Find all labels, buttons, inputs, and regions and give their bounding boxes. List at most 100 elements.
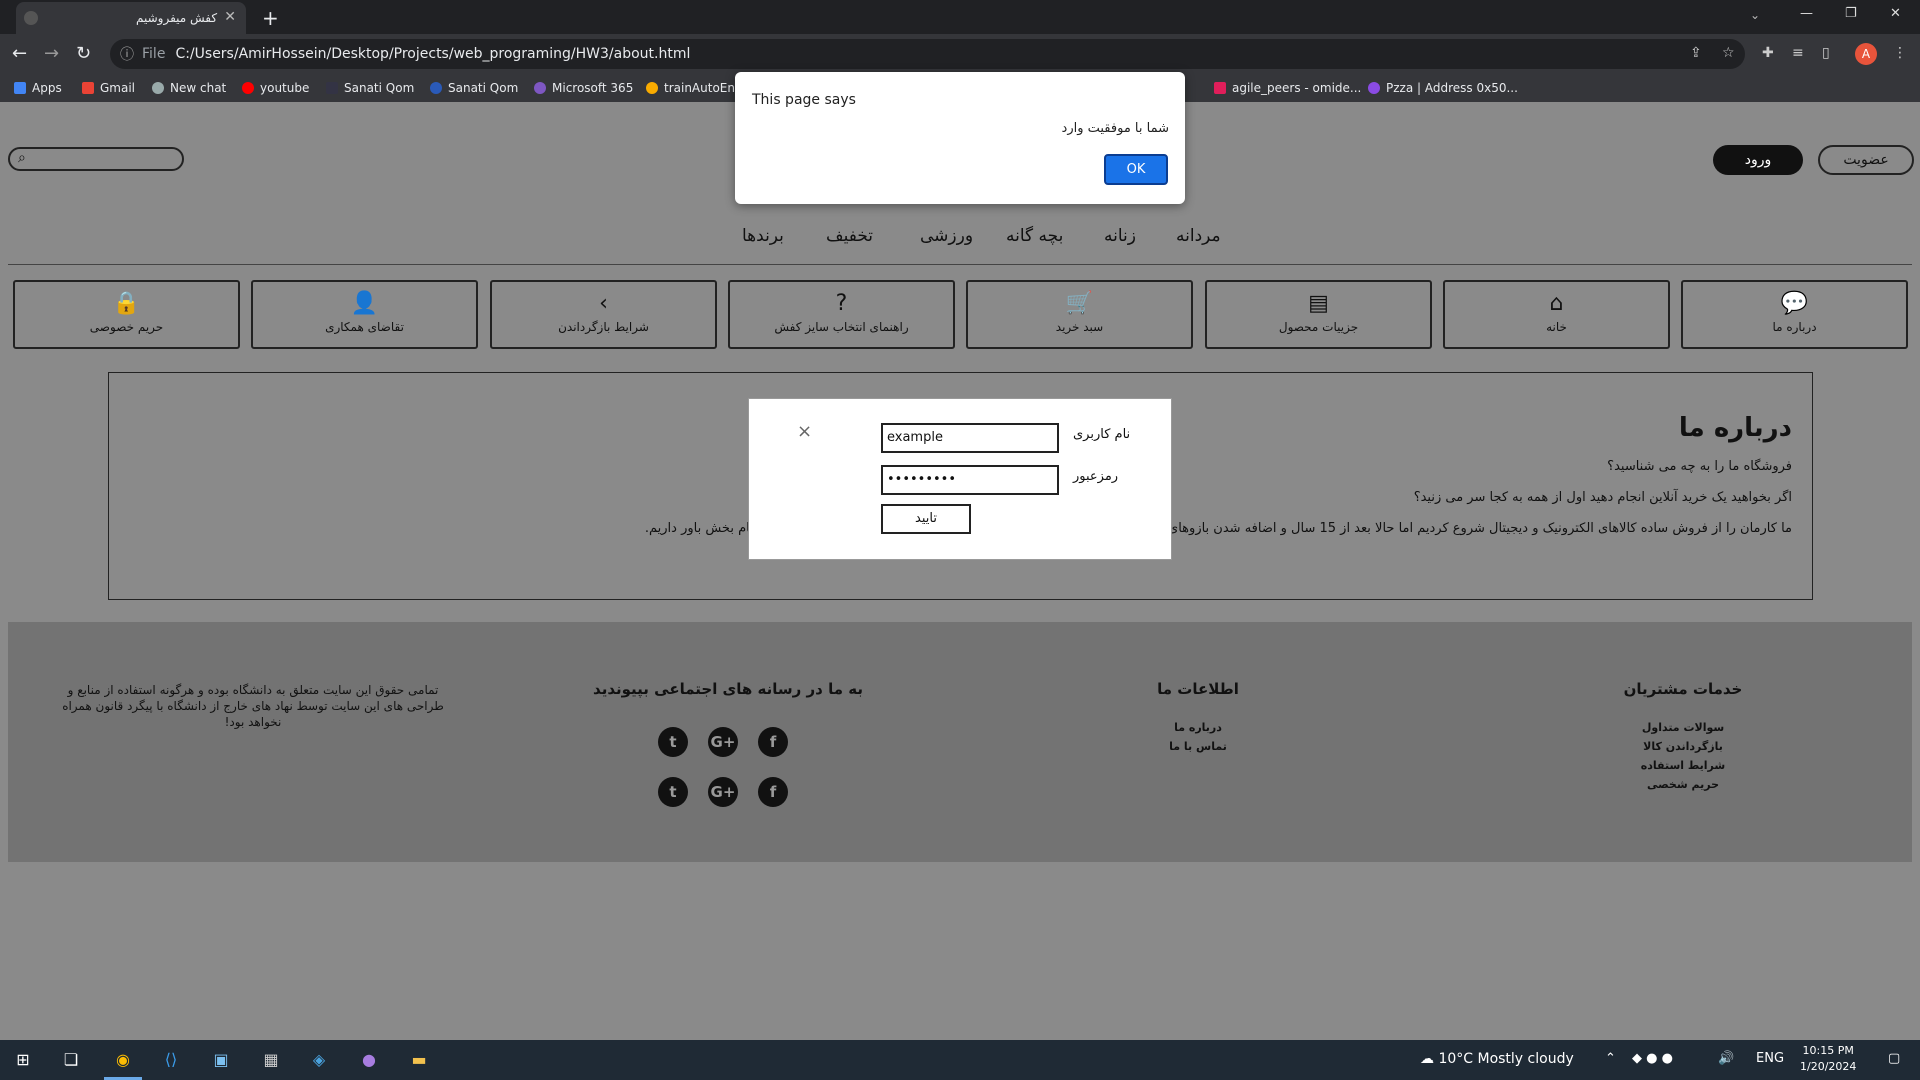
nav-privacy[interactable]: 🔒 حریم خصوصی [13, 280, 240, 349]
icon-nav-bar: 💬 درباره ما ⌂ خانه ▤ جزییات محصول 🛒 سبد … [13, 280, 1909, 350]
gmail-icon [82, 82, 94, 94]
category-sports[interactable]: ورزشی [920, 226, 973, 246]
category-men[interactable]: مردانه [1176, 226, 1221, 246]
app-icon[interactable]: ◈ [306, 1048, 332, 1072]
nav-return-policy[interactable]: ‹ شرایط بازگرداندن [490, 280, 717, 349]
alert-message: شما با موفقیت وارد [1061, 121, 1169, 136]
twitter-icon[interactable]: t [658, 727, 688, 757]
divider [8, 264, 1912, 265]
facebook-icon[interactable]: f [758, 727, 788, 757]
share-icon[interactable]: ⇪ [1690, 45, 1702, 61]
category-discount[interactable]: تخفیف [826, 226, 873, 246]
footer-link[interactable]: درباره ما [1138, 718, 1258, 737]
restore-icon[interactable]: ❐ [1845, 6, 1857, 21]
tray-overflow-icon[interactable]: ⌃ [1605, 1051, 1616, 1066]
extensions-icon[interactable]: ✚ [1762, 45, 1774, 61]
menu-icon[interactable]: ⋮ [1893, 45, 1907, 61]
reload-icon[interactable]: ↻ [76, 43, 91, 64]
signup-button[interactable]: عضویت [1818, 145, 1914, 175]
forward-icon[interactable]: → [44, 43, 59, 64]
chevron-left-icon: ‹ [599, 291, 608, 316]
side-panel-icon[interactable]: ▯ [1822, 45, 1830, 61]
footer-link[interactable]: تماس با ما [1138, 737, 1258, 756]
google-plus-icon[interactable]: G+ [708, 777, 738, 807]
site-icon [326, 82, 338, 94]
clock-time: 10:15 PM [1802, 1044, 1854, 1057]
github-icon[interactable]: ● [356, 1048, 382, 1072]
bookmark-star-icon[interactable]: ☆ [1722, 45, 1735, 61]
address-bar[interactable]: ⓘ File C:/Users/AmirHossein/Desktop/Proj… [110, 39, 1745, 69]
search-input[interactable]: ⌕ [8, 147, 184, 171]
chat-icon [152, 82, 164, 94]
file-explorer-icon[interactable]: ▬ [406, 1048, 432, 1072]
password-field[interactable]: ••••••••• [881, 465, 1059, 495]
clock-date: 1/20/2024 [1800, 1060, 1857, 1073]
bookmark-item[interactable]: Microsoft 365 [534, 81, 633, 95]
close-icon[interactable]: × [797, 421, 812, 442]
minimize-icon[interactable]: — [1800, 6, 1813, 21]
app-icon[interactable]: ▦ [258, 1048, 284, 1072]
nav-home[interactable]: ⌂ خانه [1443, 280, 1670, 349]
ok-button[interactable]: OK [1104, 154, 1168, 185]
category-brands[interactable]: برندها [742, 226, 784, 246]
facebook-icon[interactable]: f [758, 777, 788, 807]
profile-avatar[interactable]: A [1855, 43, 1877, 65]
footer-link[interactable]: حریم شخصی [1608, 775, 1758, 794]
bookmark-item[interactable]: agile_peers - omide... [1214, 81, 1361, 95]
footer-link[interactable]: سوالات متداول [1608, 718, 1758, 737]
close-tab-icon[interactable]: ✕ [224, 9, 236, 25]
tab-search-icon[interactable]: ⌄ [1750, 8, 1760, 22]
username-field[interactable]: example [881, 423, 1059, 453]
site-info-icon[interactable]: ⓘ [120, 44, 134, 64]
bookmark-item[interactable]: youtube [242, 81, 309, 95]
submit-button[interactable]: تایید [881, 504, 971, 534]
bookmark-item[interactable]: Pzza | Address 0x50... [1368, 81, 1518, 95]
google-plus-icon[interactable]: G+ [708, 727, 738, 757]
category-kids[interactable]: بچه گانه [1006, 226, 1063, 246]
footer-link[interactable]: بازگرداندن کالا [1608, 737, 1758, 756]
login-button[interactable]: ورود [1713, 145, 1803, 175]
browser-tab[interactable]: کفش میفروشیم ✕ [16, 2, 246, 34]
nav-product-details[interactable]: ▤ جزییات محصول [1205, 280, 1432, 349]
close-window-icon[interactable]: ✕ [1890, 6, 1901, 21]
windows-start-icon[interactable]: ⊞ [10, 1048, 36, 1072]
vscode-icon[interactable]: ⟨⟩ [158, 1048, 184, 1072]
cloud-icon: ☁ [1420, 1051, 1439, 1067]
media-icon[interactable]: ≡ [1792, 45, 1804, 61]
footer-link[interactable]: شرایط استفاده [1608, 756, 1758, 775]
nav-cooperation[interactable]: 👤 تقاضای همکاری [251, 280, 478, 349]
task-view-icon[interactable]: ❏ [58, 1048, 84, 1072]
volume-icon[interactable]: 🔊 [1718, 1051, 1734, 1066]
notifications-icon[interactable]: ▢ [1888, 1051, 1900, 1066]
home-icon: ⌂ [1549, 291, 1564, 316]
cart-icon: 🛒 [1065, 291, 1094, 316]
username-label: نام کاربری [1073, 427, 1131, 442]
app-icon[interactable]: ▣ [208, 1048, 234, 1072]
twitter-icon[interactable]: t [658, 777, 688, 807]
bookmark-item[interactable]: Sanati Qom [430, 81, 518, 95]
chrome-icon[interactable]: ◉ [104, 1048, 142, 1080]
site-icon [430, 82, 442, 94]
question-icon: ? [835, 291, 848, 316]
tray-icons[interactable]: ◆ ● ● [1632, 1051, 1673, 1066]
nav-cart[interactable]: 🛒 سبد خرید [966, 280, 1193, 349]
search-icon: ⌕ [18, 150, 26, 166]
bookmark-item[interactable]: Gmail [82, 81, 135, 95]
nav-about[interactable]: 💬 درباره ما [1681, 280, 1908, 349]
bookmark-item[interactable]: New chat [152, 81, 226, 95]
back-icon[interactable]: ← [12, 43, 27, 64]
bookmark-item[interactable]: Sanati Qom [326, 81, 414, 95]
weather-widget[interactable]: ☁ 10°C Mostly cloudy [1420, 1051, 1574, 1067]
footer: خدمات مشتریان سوالات متداول بازگرداندن ک… [8, 622, 1912, 862]
windows-taskbar: ⊞ ❏ ◉ ⟨⟩ ▣ ▦ ◈ ● ▬ ☁ 10°C Mostly cloudy … [0, 1040, 1920, 1080]
clock[interactable]: 10:15 PM 1/20/2024 [1800, 1043, 1856, 1075]
bookmark-item[interactable]: Apps [14, 81, 62, 95]
category-women[interactable]: زنانه [1104, 226, 1136, 246]
new-tab-icon[interactable]: + [262, 6, 279, 30]
tray-lang[interactable]: ENG [1756, 1051, 1784, 1066]
colab-icon [646, 82, 658, 94]
user-icon: 👤 [350, 291, 379, 316]
browser-tabstrip: کفش میفروشیم ✕ + ⌄ — ❐ ✕ [0, 0, 1920, 34]
nav-size-guide[interactable]: ? راهنمای انتخاب سایز کفش [728, 280, 955, 349]
category-nav: مردانه زنانه بچه گانه ورزشی تخفیف برندها [0, 222, 1920, 252]
